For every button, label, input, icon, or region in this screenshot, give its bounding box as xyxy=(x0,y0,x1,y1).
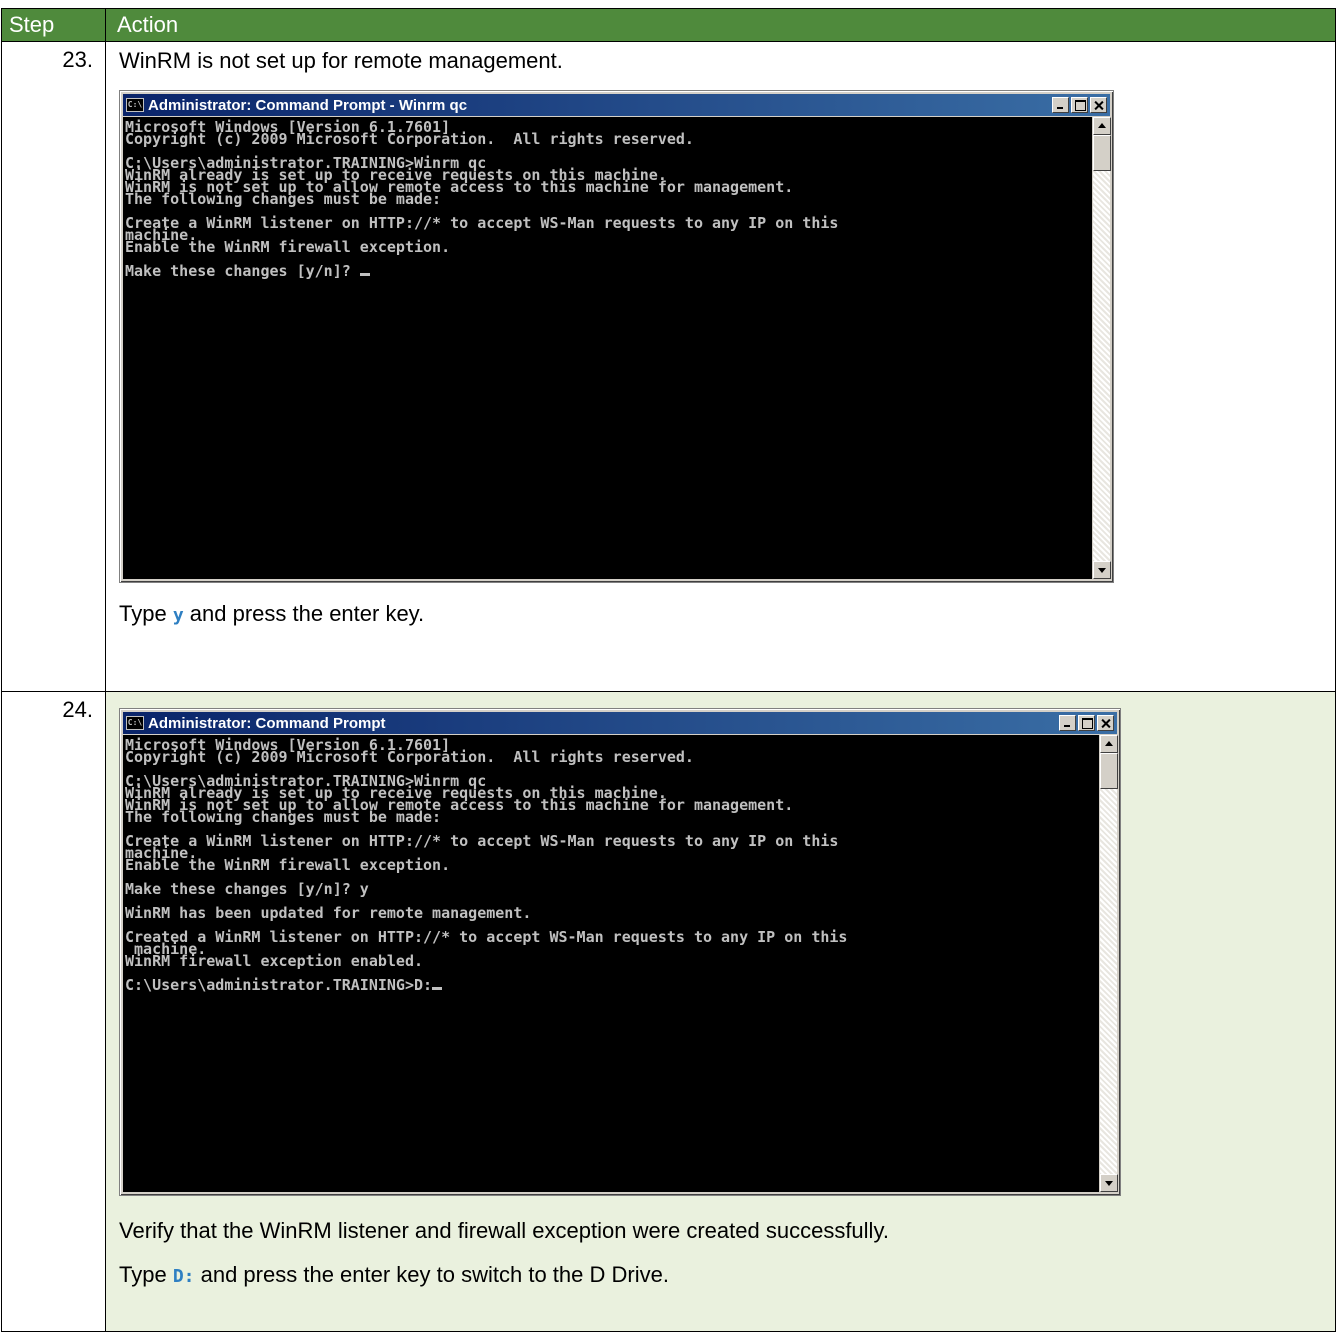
key-to-type: y xyxy=(172,605,184,626)
step-number: 24. xyxy=(1,691,106,1332)
vertical-scrollbar[interactable] xyxy=(1092,117,1111,579)
maximize-icon[interactable] xyxy=(1078,715,1095,731)
table-row: 23. WinRM is not set up for remote manag… xyxy=(1,41,1336,692)
minimize-icon[interactable] xyxy=(1052,97,1069,113)
console-line: Make these changes [y/n]? xyxy=(125,264,1092,279)
console-line: WinRM firewall exception enabled. xyxy=(125,952,424,970)
action-cell: C:\ Administrator: Command Prompt Micros… xyxy=(105,691,1336,1332)
scroll-up-icon[interactable] xyxy=(1100,735,1118,753)
maximize-icon[interactable] xyxy=(1071,97,1088,113)
step-column-header: Step xyxy=(1,8,106,42)
console-line: Created a WinRM listener on HTTP://* to … xyxy=(125,928,848,946)
console-line: C:\Users\administrator.TRAINING>D: xyxy=(125,978,1099,993)
instruction-text: Type D: and press the enter key to switc… xyxy=(119,1262,1335,1290)
close-icon[interactable] xyxy=(1097,715,1114,731)
instruction-prefix: Type xyxy=(119,601,173,626)
window-title: Administrator: Command Prompt xyxy=(148,714,386,732)
action-column-header: Action xyxy=(105,8,1336,42)
console-line: Create a WinRM listener on HTTP://* to a… xyxy=(125,832,839,850)
console-output[interactable]: Microsoft Windows [Version 6.1.7601] Copy… xyxy=(123,735,1099,1192)
console-icon: C:\ xyxy=(126,716,144,730)
window-titlebar: C:\ Administrator: Command Prompt - Winr… xyxy=(123,94,1110,116)
command-prompt-window: C:\ Administrator: Command Prompt Micros… xyxy=(119,708,1121,1196)
command-prompt-window: C:\ Administrator: Command Prompt - Winr… xyxy=(119,90,1114,583)
console-line: Make these changes [y/n]? y xyxy=(125,880,369,898)
console-line: Enable the WinRM firewall exception. xyxy=(125,856,451,874)
verify-text: Verify that the WinRM listener and firew… xyxy=(119,1218,889,1243)
instruction-suffix: and press the enter key to switch to the… xyxy=(194,1262,669,1287)
key-to-type: D: xyxy=(172,1266,195,1287)
table-row: 24. C:\ Administrator: Command Prompt Mi… xyxy=(1,691,1336,1332)
instruction-prefix: Type xyxy=(119,1262,173,1287)
vertical-scrollbar[interactable] xyxy=(1099,735,1118,1192)
scroll-thumb[interactable] xyxy=(1093,135,1111,171)
text-cursor xyxy=(432,987,443,990)
window-titlebar: C:\ Administrator: Command Prompt xyxy=(123,712,1117,734)
scroll-up-icon[interactable] xyxy=(1093,117,1111,135)
scroll-thumb[interactable] xyxy=(1100,753,1118,789)
step-intro-text: WinRM is not set up for remote managemen… xyxy=(119,48,563,73)
table-header-row: Step Action xyxy=(1,8,1336,42)
text-cursor xyxy=(359,273,370,276)
action-cell: WinRM is not set up for remote managemen… xyxy=(105,41,1336,692)
console-line: WinRM has been updated for remote manage… xyxy=(125,904,532,922)
procedure-table: Step Action 23. WinRM is not set up for … xyxy=(1,8,1336,1332)
close-icon[interactable] xyxy=(1090,97,1107,113)
step-number: 23. xyxy=(1,41,106,692)
console-line: Copyright (c) 2009 Microsoft Corporation… xyxy=(125,130,694,148)
instruction-suffix: and press the enter key. xyxy=(183,601,425,626)
scroll-down-icon[interactable] xyxy=(1100,1174,1118,1192)
window-title: Administrator: Command Prompt - Winrm qc xyxy=(148,96,468,114)
console-output[interactable]: Microsoft Windows [Version 6.1.7601] Copy… xyxy=(123,117,1092,579)
console-icon: C:\ xyxy=(126,98,144,112)
console-line: Create a WinRM listener on HTTP://* to a… xyxy=(125,214,839,232)
scroll-down-icon[interactable] xyxy=(1093,561,1111,579)
console-line: Enable the WinRM firewall exception. xyxy=(125,238,451,256)
console-line: Copyright (c) 2009 Microsoft Corporation… xyxy=(125,748,694,766)
instruction-text: Type y and press the enter key. xyxy=(119,601,1335,629)
minimize-icon[interactable] xyxy=(1059,715,1076,731)
